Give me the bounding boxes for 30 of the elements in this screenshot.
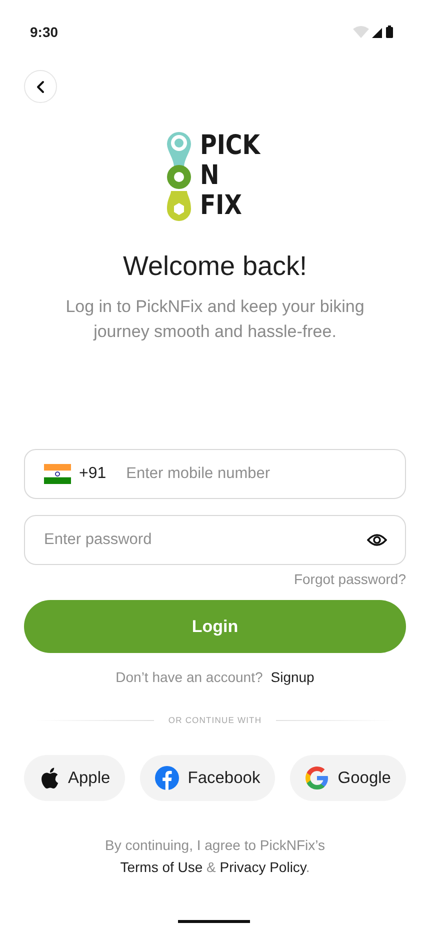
divider-label: OR CONTINUE WITH [168,715,262,725]
privacy-link[interactable]: Privacy Policy [220,859,306,875]
subtitle: Log in to PickNFix and keep your biking journey smooth and hassle-free. [64,296,366,343]
home-indicator [178,920,250,923]
signup-prompt: Don’t have an account? [116,669,263,685]
logo-text: N [200,161,219,191]
status-time: 9:30 [30,24,58,40]
apple-icon [39,767,59,789]
social-login-button[interactable]: Apple [24,755,126,801]
phone-field[interactable]: +91 Enter mobile number [24,449,406,499]
social-login-button[interactable]: Google [290,755,406,801]
chevron-left-icon [36,80,46,94]
country-code: +91 [79,465,106,483]
phone-number-input[interactable]: Enter mobile number [126,465,387,483]
social-login-button[interactable]: Facebook [140,755,276,801]
logo-text: FIX [200,191,242,221]
facebook-icon [154,766,179,790]
password-input[interactable]: Enter password [44,531,359,549]
chain-pin-icon [166,131,192,223]
logo-text: PICK [200,131,260,161]
google-icon [304,766,329,790]
eye-icon[interactable] [367,533,387,547]
terms-link[interactable]: Terms of Use [120,859,203,875]
welcome-title: Welcome back! [122,251,308,282]
status-icons [352,25,396,39]
terms-text: By continuing, I agree to PickNFix’s Terms of Use & Privacy Policy. [104,836,326,877]
back-button[interactable] [24,70,57,103]
india-flag-icon [44,464,71,484]
password-field[interactable]: Enter password [24,515,406,565]
signup-link[interactable]: Signup [270,669,314,685]
